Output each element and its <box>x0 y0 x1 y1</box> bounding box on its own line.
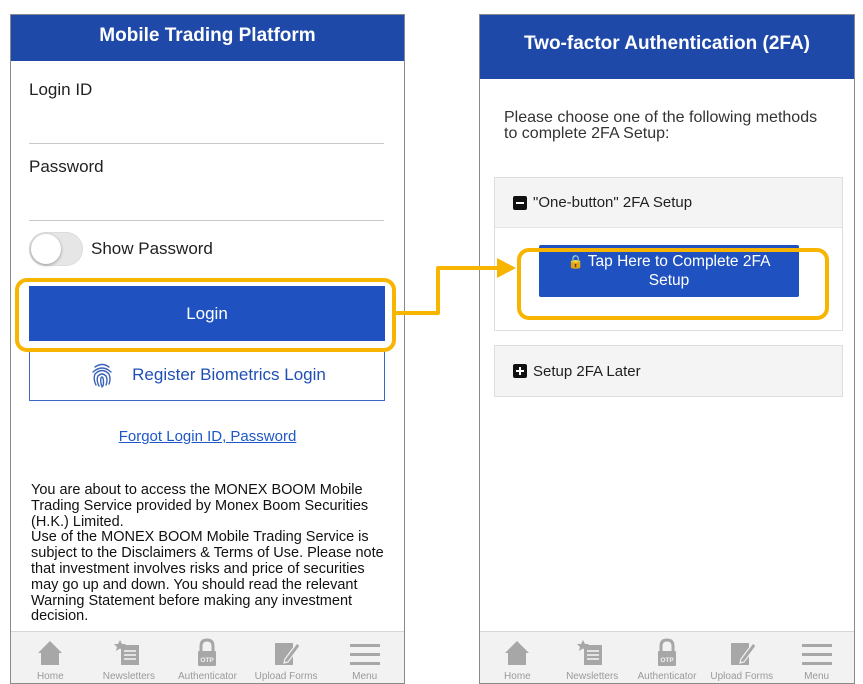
toggle-knob <box>31 234 61 264</box>
login-id-input[interactable] <box>29 111 384 139</box>
tab-home[interactable]: Home <box>480 632 555 683</box>
register-biometrics-button[interactable]: Register Biometrics Login <box>29 349 385 401</box>
login-id-label: Login ID <box>29 80 93 99</box>
complete-2fa-label-line2: Setup <box>648 272 690 289</box>
disclaimer-paragraph-1: You are about to access the MONEX BOOM M… <box>31 483 369 530</box>
password-label: Password <box>29 157 104 176</box>
show-password-toggle[interactable] <box>29 232 83 266</box>
tab-menu[interactable]: Menu <box>325 632 404 683</box>
forgot-login-link[interactable]: Forgot Login ID, Password <box>11 428 404 445</box>
tab-label: Authenticator <box>178 671 237 682</box>
expand-icon <box>513 364 527 378</box>
one-button-setup-header[interactable]: "One-button" 2FA Setup <box>495 178 842 228</box>
instruction-text: Please choose one of the following metho… <box>504 109 818 142</box>
setup-later-header[interactable]: Setup 2FA Later <box>495 346 842 396</box>
page-title: Two-factor Authentication (2FA) <box>480 15 854 79</box>
newsletters-icon <box>113 640 139 665</box>
login-screen: Mobile Trading Platform Login ID Passwor… <box>10 14 405 684</box>
tab-label: Home <box>36 671 64 682</box>
upload-forms-icon <box>730 642 757 665</box>
complete-2fa-label-line1: Tap Here to Complete 2FA <box>587 253 771 270</box>
show-password-label: Show Password <box>91 239 213 258</box>
tab-bar: Home Newsletters OTP Authenticator Uploa… <box>480 631 854 683</box>
setup-later-panel: Setup 2FA Later <box>494 345 843 397</box>
tab-label: Authenticator <box>637 671 697 682</box>
setup-later-label: Setup 2FA Later <box>533 362 641 380</box>
svg-text:OTP: OTP <box>660 657 674 664</box>
menu-icon <box>801 644 832 665</box>
complete-2fa-button[interactable]: 🔒 Tap Here to Complete 2FA Setup <box>539 245 799 297</box>
tab-label: Newsletters <box>566 671 619 682</box>
password-input[interactable] <box>29 189 384 217</box>
svg-text:OTP: OTP <box>201 657 215 664</box>
two-factor-screen: Two-factor Authentication (2FA) Please c… <box>479 14 855 684</box>
home-icon <box>505 641 530 665</box>
tab-home[interactable]: Home <box>11 632 90 683</box>
tab-newsletters[interactable]: Newsletters <box>555 632 630 683</box>
newsletters-icon <box>577 640 603 665</box>
disclaimer-paragraph-2: Use of the MONEX BOOM Mobile Trading Ser… <box>31 529 384 625</box>
tab-upload-forms[interactable]: Upload Forms <box>704 632 779 683</box>
collapse-icon <box>513 195 527 210</box>
upload-forms-icon <box>275 642 301 665</box>
tab-label: Newsletters <box>102 671 156 682</box>
one-button-setup-panel: "One-button" 2FA Setup 🔒 Tap Here to Com… <box>494 177 843 331</box>
fingerprint-icon <box>92 363 112 388</box>
tab-label: Menu <box>352 671 378 682</box>
tab-menu[interactable]: Menu <box>779 632 854 683</box>
tab-upload-forms[interactable]: Upload Forms <box>247 632 326 683</box>
disclaimer-text: You are about to access the MONEX BOOM M… <box>31 483 391 633</box>
login-id-underline <box>29 143 384 144</box>
tab-newsletters[interactable]: Newsletters <box>90 632 169 683</box>
tab-authenticator[interactable]: OTP Authenticator <box>168 632 247 683</box>
tab-label: Home <box>504 671 531 682</box>
menu-icon <box>349 644 380 665</box>
tab-authenticator[interactable]: OTP Authenticator <box>630 632 705 683</box>
password-underline <box>29 220 384 221</box>
tab-label: Menu <box>804 671 830 682</box>
register-biometrics-label: Register Biometrics Login <box>132 365 326 384</box>
authenticator-icon: OTP <box>198 638 217 666</box>
page-title: Mobile Trading Platform <box>11 15 404 61</box>
login-button[interactable]: Login <box>29 286 385 341</box>
authenticator-icon: OTP <box>657 638 676 666</box>
tab-label: Upload Forms <box>710 671 774 682</box>
one-button-setup-label: "One-button" 2FA Setup <box>533 194 693 211</box>
home-icon <box>38 641 63 665</box>
tab-label: Upload Forms <box>254 671 318 682</box>
lock-icon: 🔒 <box>567 254 584 269</box>
tab-bar: Home Newsletters OTP Authenticator Uploa… <box>11 631 404 683</box>
